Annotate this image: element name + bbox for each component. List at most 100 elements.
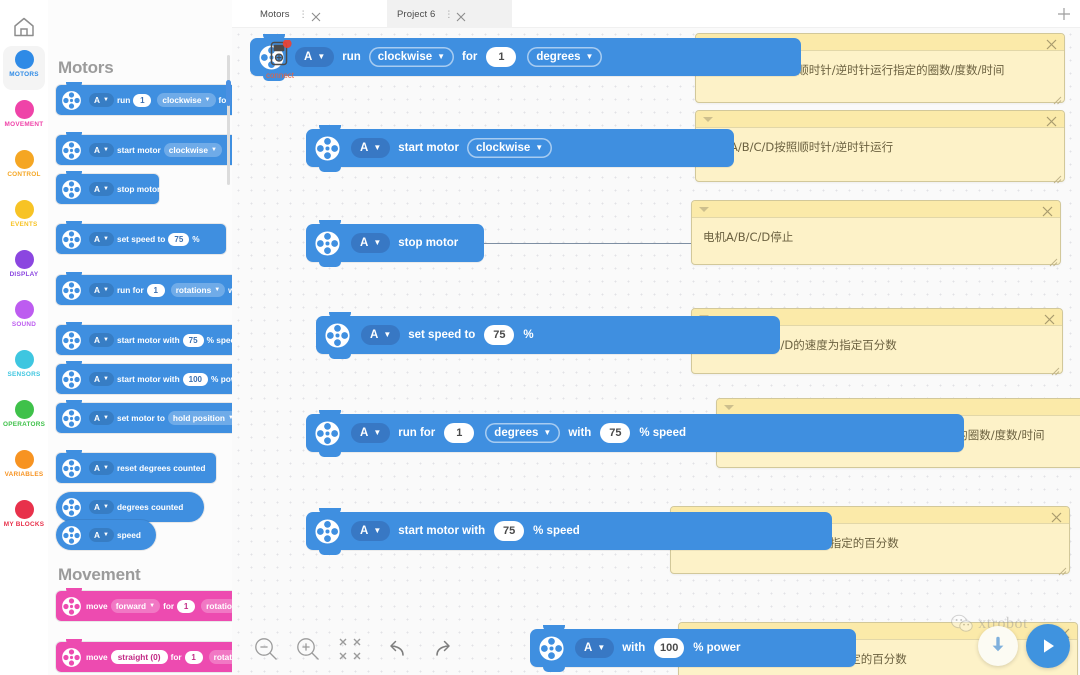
option-dropdown[interactable]: clockwise ▼ xyxy=(163,143,222,157)
resize-handle[interactable] xyxy=(1053,92,1062,105)
option-dropdown[interactable]: clockwise ▼ xyxy=(369,47,454,67)
port-dropdown[interactable]: A ▼ xyxy=(89,143,114,157)
port-dropdown[interactable]: A ▼ xyxy=(351,233,391,253)
number-input[interactable]: 100 xyxy=(182,372,209,386)
canvas-block[interactable]: A ▼ with 100% power xyxy=(530,625,856,672)
port-dropdown[interactable]: A ▼ xyxy=(351,521,391,541)
redo-icon[interactable] xyxy=(430,635,456,661)
plus-icon[interactable] xyxy=(1057,7,1071,21)
option-dropdown[interactable]: degrees ▼ xyxy=(527,47,602,67)
number-input[interactable]: 1 xyxy=(177,599,196,613)
block-comment[interactable]: 电机A/B/C/D按照顺时针/逆时针运行 xyxy=(695,110,1065,184)
block-palette[interactable]: Motors A ▼ run 1 clockwise ▼ for A ▼ start motor… xyxy=(48,0,232,675)
palette-scrollbar[interactable] xyxy=(226,55,231,185)
number-input[interactable]: 75 xyxy=(168,232,190,246)
palette-block-motor[interactable]: A ▼ start motor clockwise ▼ xyxy=(56,132,232,165)
number-input[interactable]: 75 xyxy=(182,333,204,347)
number-input[interactable]: 1 xyxy=(184,650,203,664)
port-dropdown[interactable]: A ▼ xyxy=(89,283,114,297)
direction-dropdown[interactable]: forward ▼ xyxy=(110,599,161,613)
fit-to-screen-icon[interactable] xyxy=(336,635,364,663)
download-button[interactable] xyxy=(978,626,1018,666)
category-sensors[interactable]: SENSORS xyxy=(3,346,45,390)
close-icon[interactable] xyxy=(1051,510,1062,523)
palette-block-motor[interactable]: A▼start motor with75% spee xyxy=(56,322,232,355)
collapse-toggle-icon[interactable] xyxy=(703,117,713,122)
canvas-block[interactable]: A ▼ run for 1 degrees ▼ with 75% speed xyxy=(306,410,964,457)
tab-motors[interactable]: Motors ⋮ xyxy=(250,0,360,28)
palette-block-motor[interactable]: A ▼ set motor to hold position ▼ xyxy=(56,400,232,433)
port-dropdown[interactable]: A ▼ xyxy=(351,138,391,158)
category-motors[interactable]: MOTORS xyxy=(3,46,45,90)
number-input[interactable]: 1 xyxy=(133,93,152,107)
close-icon[interactable] xyxy=(1046,114,1057,127)
zoom-in-icon[interactable] xyxy=(294,635,322,663)
home-icon[interactable] xyxy=(11,14,37,40)
port-dropdown[interactable]: A ▼ xyxy=(89,333,114,347)
category-variables[interactable]: VARIABLES xyxy=(3,446,45,490)
category-my-blocks[interactable]: MY BLOCKS xyxy=(3,496,45,540)
connect-button[interactable]: connect xyxy=(256,40,304,80)
option-dropdown[interactable]: clockwise ▼ xyxy=(157,93,216,107)
unit-dropdown[interactable]: rotatio xyxy=(208,650,232,664)
number-input[interactable]: 75 xyxy=(600,423,631,443)
code-canvas[interactable]: 电机A/B/C/D按照顺时针/逆时针运行指定的圈数/度数/时间 电机A/B/C/… xyxy=(232,0,1080,675)
canvas-block[interactable]: A ▼ start motor clockwise ▼ xyxy=(306,125,734,172)
option-dropdown[interactable]: degrees ▼ xyxy=(485,423,560,443)
direction-input[interactable]: straight (0) xyxy=(110,650,168,664)
category-control[interactable]: CONTROL xyxy=(3,146,45,190)
canvas-block[interactable]: A ▼ run clockwise ▼ for 1 degrees ▼ xyxy=(250,34,801,81)
tab-menu-icon[interactable]: ⋮ xyxy=(299,9,308,18)
number-input[interactable]: 1 xyxy=(146,283,165,297)
resize-handle[interactable] xyxy=(1058,563,1067,576)
collapse-toggle-icon[interactable] xyxy=(699,207,709,212)
port-dropdown[interactable]: A ▼ xyxy=(575,638,615,658)
collapse-toggle-icon[interactable] xyxy=(724,405,734,410)
comment-text[interactable]: 电机A/B/C/D按照顺时针/逆时针运行 xyxy=(696,128,1064,163)
port-dropdown[interactable]: A ▼ xyxy=(361,325,401,345)
category-operators[interactable]: OPERATORS xyxy=(3,396,45,440)
category-sound[interactable]: SOUND xyxy=(3,296,45,340)
number-input[interactable]: 75 xyxy=(494,521,525,541)
option-dropdown[interactable]: rotations ▼ xyxy=(170,283,226,297)
port-dropdown[interactable]: A ▼ xyxy=(89,411,114,425)
option-dropdown[interactable]: hold position ▼ xyxy=(167,411,232,425)
resize-handle[interactable] xyxy=(1049,254,1058,267)
palette-block-movement[interactable]: movestraight (0)for1 rotatio xyxy=(56,639,232,672)
palette-block-motor[interactable]: A ▼ run 1 clockwise ▼ for xyxy=(56,82,232,115)
palette-block-motor[interactable]: A ▼ speed xyxy=(56,520,156,550)
port-dropdown[interactable]: A ▼ xyxy=(89,461,114,475)
number-input[interactable]: 75 xyxy=(484,325,515,345)
close-icon[interactable] xyxy=(311,9,321,22)
palette-block-motor[interactable]: A▼start motor with100% pow xyxy=(56,361,232,394)
port-dropdown[interactable]: A ▼ xyxy=(89,93,114,107)
number-input[interactable]: 1 xyxy=(444,423,475,443)
port-dropdown[interactable]: A ▼ xyxy=(89,182,114,196)
number-input[interactable]: 1 xyxy=(486,47,517,67)
resize-handle[interactable] xyxy=(1053,171,1062,184)
close-icon[interactable] xyxy=(1046,37,1057,50)
zoom-out-icon[interactable] xyxy=(252,635,280,663)
port-dropdown[interactable]: A ▼ xyxy=(351,423,391,443)
category-events[interactable]: EVENTS xyxy=(3,196,45,240)
palette-block-motor[interactable]: A ▼ set speed to 75% xyxy=(56,221,226,254)
palette-block-motor[interactable]: A ▼ reset degrees counted xyxy=(56,450,216,483)
port-dropdown[interactable]: A ▼ xyxy=(89,500,114,514)
close-icon[interactable] xyxy=(1042,204,1053,217)
port-dropdown[interactable]: A ▼ xyxy=(89,232,114,246)
port-dropdown[interactable]: A ▼ xyxy=(89,528,114,542)
comment-text[interactable]: 电机A/B/C/D停止 xyxy=(692,218,1060,253)
scrollbar-thumb[interactable] xyxy=(226,80,231,106)
category-display[interactable]: DISPLAY xyxy=(3,246,45,290)
unit-dropdown[interactable]: rotatio xyxy=(201,599,232,613)
undo-icon[interactable] xyxy=(384,635,410,661)
palette-block-motor[interactable]: A ▼ stop motor xyxy=(56,171,160,204)
tab-menu-icon[interactable]: ⋮ xyxy=(444,9,453,18)
port-dropdown[interactable]: A ▼ xyxy=(89,372,114,386)
palette-block-motor[interactable]: A ▼ run for 1 rotations ▼ w xyxy=(56,272,232,305)
number-input[interactable]: 100 xyxy=(654,638,685,658)
canvas-block[interactable]: A ▼ stop motor xyxy=(306,220,484,267)
play-button[interactable] xyxy=(1026,624,1070,668)
palette-block-motor[interactable]: A ▼ degrees counted xyxy=(56,492,204,522)
block-comment[interactable]: 电机A/B/C/D停止 xyxy=(691,200,1061,267)
